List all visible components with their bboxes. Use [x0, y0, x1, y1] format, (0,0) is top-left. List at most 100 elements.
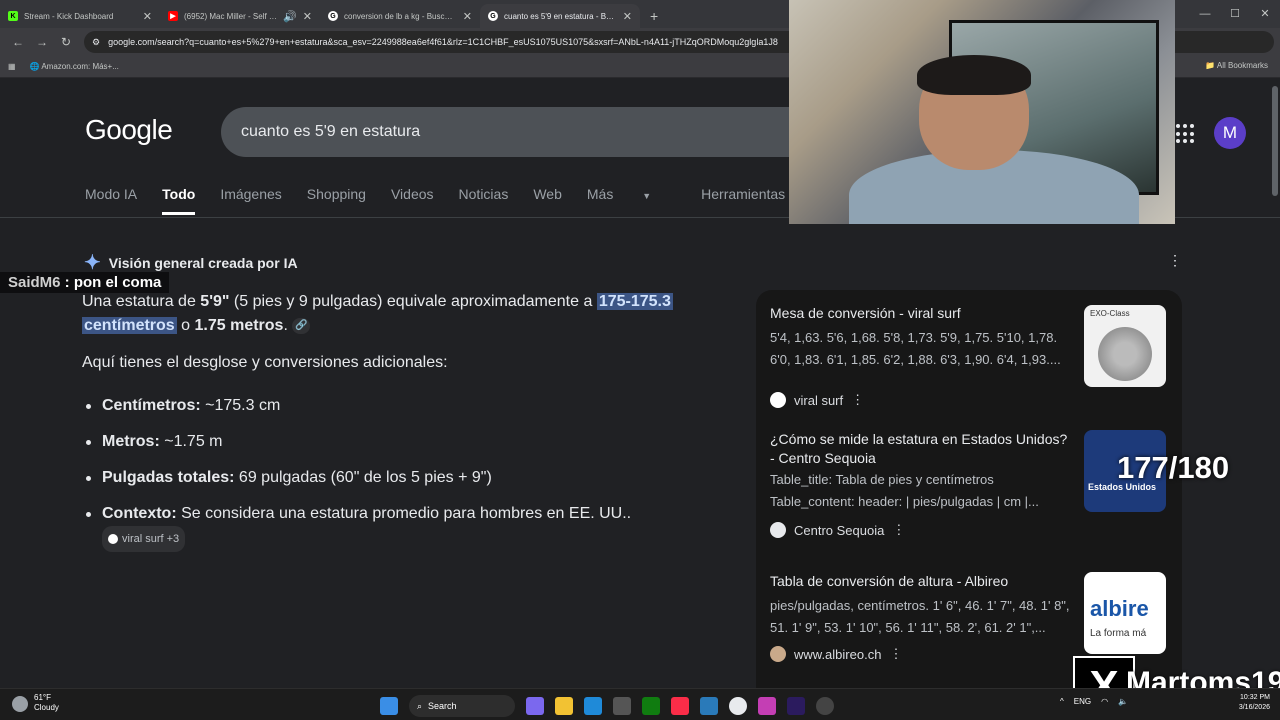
tab-shopping[interactable]: Shopping: [307, 186, 366, 215]
source-title[interactable]: Mesa de conversión - viral surf: [770, 304, 1070, 323]
source-card[interactable]: Mesa de conversión - viral surf 5'4, 1,6…: [770, 304, 1170, 424]
chat-separator: :: [60, 274, 74, 291]
ai-bullet-list: Centímetros: ~175.3 cm Metros: ~1.75 m P…: [82, 394, 642, 564]
reload-icon[interactable]: ↻: [54, 35, 78, 49]
close-icon[interactable]: ✕: [143, 10, 152, 23]
taskbar-search[interactable]: ⌕ Search: [409, 695, 515, 717]
answer-text: .: [283, 317, 288, 334]
obs-icon[interactable]: [816, 697, 834, 715]
source-chip-label: viral surf +3: [122, 533, 180, 545]
bullet-text: ~175.3 cm: [200, 397, 281, 414]
more-options-icon[interactable]: ⋮: [892, 522, 905, 538]
answer-highlight: 175-175.3: [596, 293, 673, 310]
source-chip[interactable]: viral surf +3: [102, 526, 186, 552]
close-icon[interactable]: ✕: [623, 10, 632, 23]
weather-widget[interactable]: 61°F Cloudy: [12, 693, 59, 713]
close-icon[interactable]: ✕: [463, 10, 472, 23]
more-options-icon[interactable]: ⋮: [889, 646, 902, 662]
chevron-up-icon[interactable]: ^: [1060, 697, 1064, 706]
list-item: Centímetros: ~175.3 cm: [82, 394, 642, 418]
answer-bold: 1.75 metros: [194, 317, 284, 334]
tab-videos[interactable]: Videos: [391, 186, 434, 215]
music-icon[interactable]: [671, 697, 689, 715]
bookmark-amazon[interactable]: 🌐 Amazon.com: Más+...: [30, 62, 119, 71]
tab-noticias[interactable]: Noticias: [459, 186, 509, 215]
url-text: google.com/search?q=cuanto+es+5%279+en+e…: [108, 37, 778, 47]
tab-imagenes[interactable]: Imágenes: [220, 186, 281, 215]
system-tray: ^ ENG ◠ 🔈: [1060, 697, 1128, 706]
app-icon[interactable]: [758, 697, 776, 715]
source-thumbnail[interactable]: EXO-Class: [1084, 305, 1166, 387]
maximize-icon[interactable]: ☐: [1220, 0, 1250, 28]
more-options-icon[interactable]: ⋮: [1168, 252, 1182, 269]
source-site-name: www.albireo.ch: [794, 646, 882, 662]
all-bookmarks-label: All Bookmarks: [1216, 61, 1268, 70]
settings-icon[interactable]: [613, 697, 631, 715]
ai-subheading: Aquí tienes el desglose y conversiones a…: [82, 354, 448, 371]
wifi-icon[interactable]: ◠: [1101, 697, 1108, 706]
search-input[interactable]: cuanto es 5'9 en estatura ›: [221, 107, 821, 157]
source-title[interactable]: Tabla de conversión de altura - Albireo: [770, 572, 1070, 591]
bullet-label: Contexto:: [102, 505, 177, 522]
source-title[interactable]: ¿Cómo se mide la estatura en Estados Uni…: [770, 430, 1070, 468]
source-card[interactable]: ¿Cómo se mide la estatura en Estados Uni…: [770, 430, 1170, 550]
windows-start-icon[interactable]: [380, 697, 398, 715]
tab-title: (6952) Mac Miller - Self Care: [184, 11, 278, 21]
thumbnail-text: albire: [1090, 596, 1149, 621]
speaker-icon[interactable]: 🔊: [283, 10, 297, 23]
vscode-icon[interactable]: [700, 697, 718, 715]
premiere-icon[interactable]: [787, 697, 805, 715]
bullet-text: 69 pulgadas (60" de los 5 pies + 9"): [234, 469, 492, 486]
clock[interactable]: 10:32 PM 3/16/2026: [1239, 693, 1270, 713]
list-item: Contexto: Se considera una estatura prom…: [82, 502, 642, 552]
apps-grid-icon[interactable]: ▦: [8, 62, 16, 71]
chrome-icon[interactable]: [729, 697, 747, 715]
source-description: Table_title: Tabla de pies y centímetros…: [770, 472, 1039, 509]
search-tabs: Modo IA Todo Imágenes Shopping Videos No…: [85, 186, 873, 215]
more-options-icon[interactable]: ⋮: [851, 392, 864, 408]
new-tab-button[interactable]: +: [640, 8, 668, 28]
file-explorer-icon[interactable]: [555, 697, 573, 715]
back-icon[interactable]: ←: [6, 35, 30, 49]
source-site[interactable]: Centro Sequoia ⋮: [770, 522, 905, 538]
taskbar-apps: ⌕ Search: [380, 695, 834, 717]
close-icon[interactable]: ✕: [303, 10, 312, 23]
close-window-icon[interactable]: ✕: [1250, 0, 1280, 28]
search-query: cuanto es 5'9 en estatura: [241, 123, 421, 140]
tab-kick[interactable]: K Stream - Kick Dashboard ✕: [0, 4, 160, 28]
source-thumbnail[interactable]: albire La forma má: [1084, 572, 1166, 654]
bullet-label: Centímetros:: [102, 397, 201, 414]
edge-icon[interactable]: [584, 697, 602, 715]
tab-web[interactable]: Web: [533, 186, 562, 215]
forward-icon[interactable]: →: [30, 35, 54, 49]
minimize-icon[interactable]: —: [1190, 0, 1220, 28]
tab-mas[interactable]: Más ▼: [587, 186, 676, 215]
taskbar: 61°F Cloudy ⌕ Search ^ ENG ◠ 🔈 10:32 PM 3/1…: [0, 688, 1280, 720]
bullet-label: Metros:: [102, 433, 160, 450]
scrollbar[interactable]: [1272, 86, 1278, 196]
language-indicator[interactable]: ENG: [1074, 697, 1091, 706]
list-item: Metros: ~1.75 m: [82, 430, 642, 454]
source-site[interactable]: www.albireo.ch ⋮: [770, 646, 902, 662]
tab-google-estatura[interactable]: G cuanto es 5'9 en estatura - Buscar con…: [480, 4, 640, 28]
google-logo[interactable]: Google: [85, 114, 173, 146]
youtube-icon: ▶: [168, 11, 178, 21]
avatar[interactable]: M: [1214, 117, 1246, 149]
google-apps-icon[interactable]: [1176, 124, 1196, 144]
tab-todo[interactable]: Todo: [162, 186, 196, 215]
all-bookmarks[interactable]: 📁 All Bookmarks: [1205, 61, 1268, 70]
site-info-icon[interactable]: ⚙: [92, 37, 100, 48]
xbox-icon[interactable]: [642, 697, 660, 715]
webcam-overlay: [789, 0, 1175, 224]
volume-icon[interactable]: 🔈: [1118, 697, 1128, 706]
link-icon[interactable]: 🔗: [292, 317, 311, 334]
source-site[interactable]: viral surf ⋮: [770, 392, 864, 408]
clock-time: 10:32 PM: [1240, 694, 1270, 701]
tab-modo-ia[interactable]: Modo IA: [85, 186, 137, 215]
tab-youtube[interactable]: ▶ (6952) Mac Miller - Self Care 🔊 ✕: [160, 4, 320, 28]
source-site-name: Centro Sequoia: [794, 522, 885, 538]
google-icon: G: [488, 11, 498, 21]
tab-google-conversion[interactable]: G conversion de lb a kg - Buscar con Goo…: [320, 4, 480, 28]
list-item: Pulgadas totales: 69 pulgadas (60" de lo…: [82, 466, 642, 490]
copilot-icon[interactable]: [526, 697, 544, 715]
